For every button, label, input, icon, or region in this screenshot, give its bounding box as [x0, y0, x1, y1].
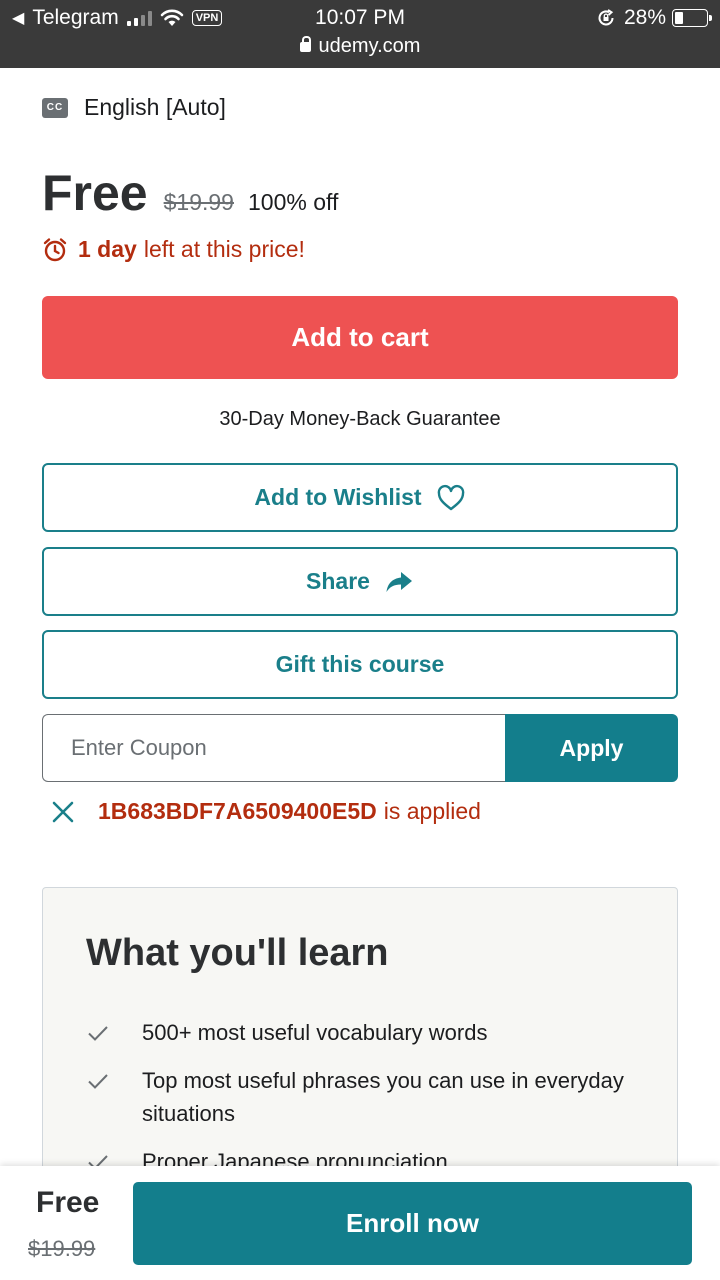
- heart-icon: [437, 484, 464, 510]
- section-title: What you'll learn: [86, 932, 389, 974]
- lock-icon: [299, 36, 311, 52]
- check-icon: [88, 1026, 108, 1041]
- price-row: Free $19.99 100% off: [42, 164, 338, 222]
- add-to-wishlist-button[interactable]: Add to Wishlist: [42, 463, 678, 532]
- battery-icon: [672, 9, 712, 27]
- status-right: 28%: [596, 6, 712, 30]
- status-bar: ◀ Telegram VPN 10:07 PM udemy.com 28%: [0, 0, 720, 68]
- check-icon: [88, 1074, 108, 1089]
- captions-label: English [Auto]: [84, 94, 226, 120]
- price-timer: 1 day left at this price!: [42, 236, 305, 263]
- share-arrow-icon: [386, 571, 412, 592]
- sticky-enroll-bar: Free $19.99 Enroll now: [0, 1166, 720, 1280]
- battery-percent: 28%: [623, 6, 666, 29]
- coupon-code: 1B683BDF7A6509400E5D: [98, 798, 377, 824]
- url-bar[interactable]: udemy.com: [0, 35, 720, 58]
- money-back-guarantee: 30-Day Money-Back Guarantee: [219, 408, 501, 430]
- original-price: $19.99: [163, 189, 234, 215]
- add-to-cart-button[interactable]: Add to cart: [42, 296, 678, 379]
- bottom-original-price: $19.99: [28, 1236, 96, 1261]
- url-text: udemy.com: [318, 35, 421, 57]
- list-item-text: Top most useful phrases you can use in e…: [142, 1068, 624, 1126]
- list-item-text: 500+ most useful vocabulary words: [142, 1020, 488, 1045]
- coupon-applied-text: is applied: [383, 798, 481, 824]
- current-price: Free: [42, 165, 148, 221]
- captions-row: CC English [Auto]: [42, 94, 226, 121]
- share-button[interactable]: Share: [42, 547, 678, 616]
- alarm-clock-icon: [43, 237, 67, 261]
- battery-fill: [675, 12, 684, 24]
- timer-remaining: 1 day: [78, 236, 137, 262]
- list-item: 500+ most useful vocabulary words: [87, 1016, 647, 1049]
- rotation-lock-icon: [596, 8, 616, 28]
- coupon-applied-row: 1B683BDF7A6509400E5D is applied: [50, 798, 481, 825]
- bottom-price: Free: [36, 1186, 100, 1219]
- gift-course-button[interactable]: Gift this course: [42, 630, 678, 699]
- wishlist-label: Add to Wishlist: [254, 484, 422, 510]
- share-label: Share: [306, 568, 370, 594]
- discount-percent: 100% off: [247, 189, 339, 215]
- timer-message: left at this price!: [143, 236, 305, 262]
- apply-coupon-button[interactable]: Apply: [505, 714, 678, 782]
- coupon-input[interactable]: [42, 714, 506, 782]
- list-item: Top most useful phrases you can use in e…: [87, 1064, 647, 1130]
- remove-coupon-icon[interactable]: [50, 799, 76, 825]
- closed-captions-icon: CC: [42, 97, 68, 118]
- enroll-now-button[interactable]: Enroll now: [133, 1182, 692, 1265]
- gift-label: Gift this course: [275, 651, 445, 677]
